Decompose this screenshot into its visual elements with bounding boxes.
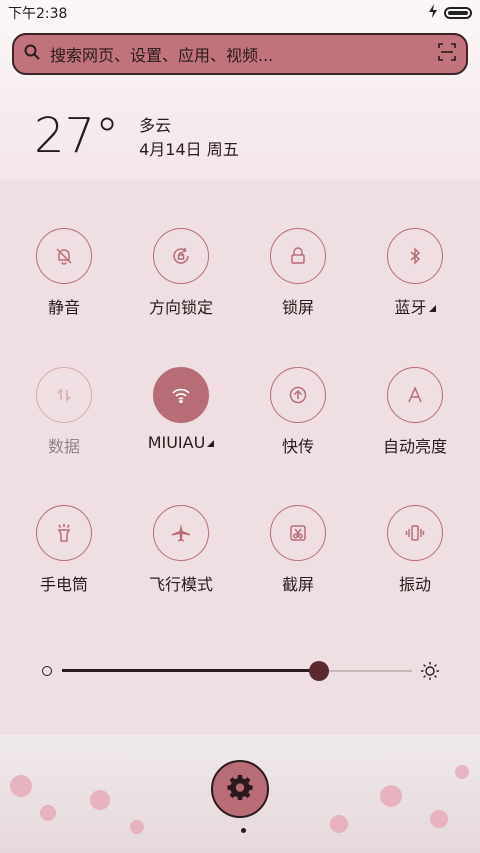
screenshot-icon (270, 505, 326, 561)
tile-label: 截屏 (281, 575, 314, 594)
tile-mobile-data[interactable]: 数据 (6, 367, 122, 457)
upload-icon (270, 367, 326, 423)
tile-flashlight[interactable]: 手电筒 (6, 505, 122, 595)
brightness-low-icon (42, 666, 52, 676)
tile-label: 振动 (398, 575, 431, 594)
tile-label: 蓝牙 (357, 294, 473, 318)
search-input[interactable]: 搜索网页、设置、应用、视频... (50, 42, 438, 66)
weather-temperature: 27° (34, 108, 120, 164)
bell-off-icon (36, 228, 92, 284)
page-indicator (241, 828, 246, 833)
charging-icon (428, 4, 438, 22)
weather-date: 4月14日 周五 (139, 140, 239, 159)
tile-vibrate[interactable]: 振动 (357, 505, 473, 595)
bluetooth-icon (387, 228, 443, 284)
tile-label: 数据 (47, 437, 80, 456)
weather-info: 多云 4月14日 周五 (139, 114, 239, 162)
tile-quick-transfer[interactable]: 快传 (240, 367, 356, 457)
search-icon (24, 44, 40, 64)
rotation-lock-icon (153, 228, 209, 284)
tile-auto-brightness[interactable]: 自动亮度 (357, 367, 473, 457)
tile-label: 手电筒 (39, 575, 88, 594)
search-bar[interactable]: 搜索网页、设置、应用、视频... (12, 33, 468, 75)
tile-label: 锁屏 (281, 298, 314, 317)
tile-lock-screen[interactable]: 锁屏 (240, 228, 356, 318)
tile-label: 自动亮度 (382, 437, 447, 456)
weather-widget[interactable]: 27° 多云 4月14日 周五 (34, 108, 239, 164)
tile-label: 方向锁定 (148, 298, 213, 317)
expand-indicator-icon (207, 440, 215, 447)
brightness-thumb[interactable] (309, 661, 330, 681)
lock-icon (270, 228, 326, 284)
tile-label: 静音 (47, 298, 80, 317)
tile-label: MIUIAU (123, 433, 239, 452)
tile-wifi[interactable]: MIUIAU (123, 367, 239, 452)
status-icons (428, 4, 472, 22)
tile-bluetooth[interactable]: 蓝牙 (357, 228, 473, 318)
auto-brightness-icon (387, 367, 443, 423)
wifi-icon (153, 367, 209, 423)
tile-label: 快传 (281, 437, 314, 456)
weather-condition: 多云 (139, 116, 172, 135)
airplane-icon (153, 505, 209, 561)
scan-icon[interactable] (438, 43, 456, 65)
settings-button[interactable] (211, 760, 269, 818)
tile-rotation-lock[interactable]: 方向锁定 (123, 228, 239, 318)
brightness-fill (62, 669, 320, 672)
tile-mute[interactable]: 静音 (6, 228, 122, 318)
expand-indicator-icon (428, 305, 436, 312)
tile-screenshot[interactable]: 截屏 (240, 505, 356, 595)
status-time: 下午2:38 (8, 6, 68, 22)
battery-icon (444, 7, 472, 19)
mobile-data-icon (36, 367, 92, 423)
quick-settings-panel: 静音 方向锁定 锁屏 蓝牙 数据 MIUIAU 快传 自动亮度 手电筒 飞行模式… (0, 180, 480, 735)
status-bar: 下午2:38 (0, 0, 480, 26)
gear-icon (227, 774, 253, 804)
brightness-high-icon (420, 661, 440, 685)
flashlight-icon (36, 505, 92, 561)
tile-airplane-mode[interactable]: 飞行模式 (123, 505, 239, 595)
tile-label: 飞行模式 (148, 575, 213, 594)
brightness-slider[interactable] (40, 660, 440, 684)
vibrate-icon (387, 505, 443, 561)
